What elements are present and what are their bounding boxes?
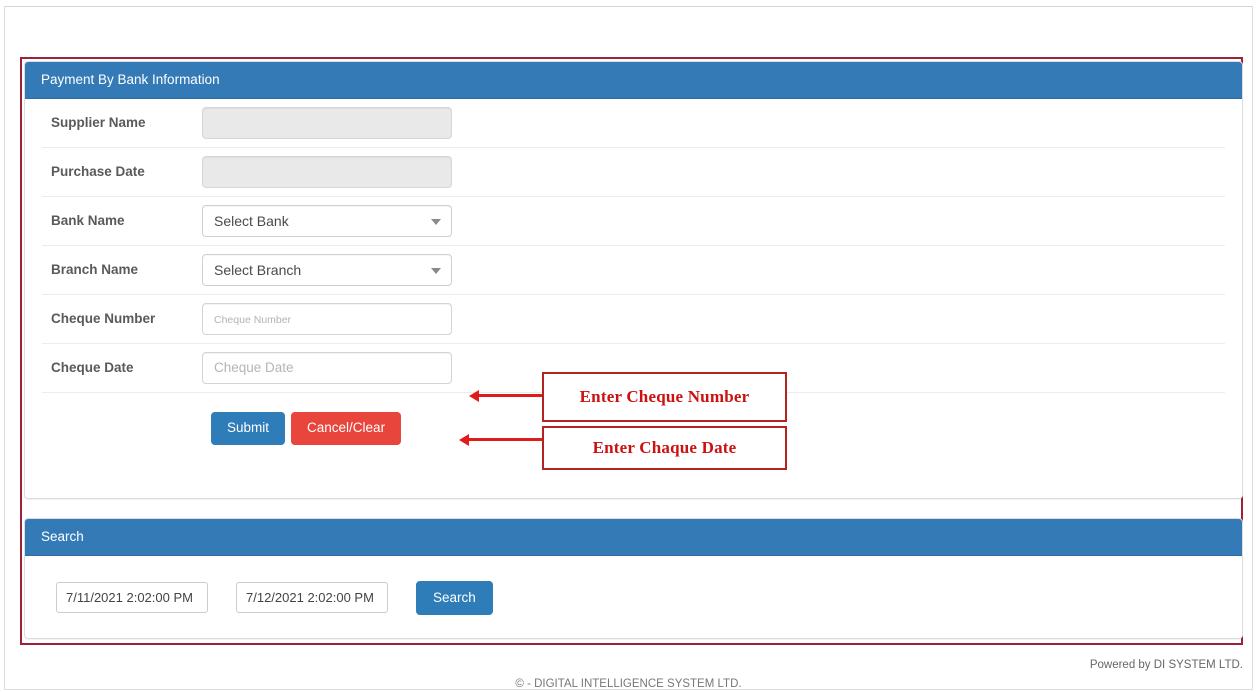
branch-name-select-value: Select Branch: [214, 261, 302, 278]
arrow-to-cheque-date: [459, 433, 544, 446]
control-branch-name: Select Branch: [202, 253, 452, 286]
search-panel: Search Search: [24, 518, 1243, 639]
control-bank-name: Select Bank: [202, 204, 452, 237]
row-supplier-name: Supplier Name: [42, 99, 1225, 148]
cheque-number-input[interactable]: [202, 302, 452, 335]
callout-enter-cheque-number: Enter Cheque Number: [542, 372, 787, 422]
submit-button[interactable]: Submit: [211, 412, 286, 445]
page-container: Payment By Bank Information Supplier Nam…: [4, 6, 1253, 690]
chevron-down-icon: [431, 218, 441, 225]
app-screen: Payment By Bank Information Supplier Nam…: [0, 0, 1257, 692]
row-cheque-number: Cheque Number: [42, 295, 1225, 344]
control-supplier-name: [202, 106, 452, 139]
copyright-label: © - DIGITAL INTELLIGENCE SYSTEM LTD.: [515, 678, 742, 690]
search-from-date-input[interactable]: [56, 582, 208, 614]
cheque-date-input[interactable]: [202, 351, 452, 384]
row-bank-name: Bank Name Select Bank: [42, 197, 1225, 246]
control-cheque-number: [202, 302, 452, 335]
control-purchase-date: [202, 155, 452, 188]
label-purchase-date: Purchase Date: [51, 164, 145, 180]
control-cheque-date: [202, 351, 452, 384]
cancel-clear-button[interactable]: Cancel/Clear: [291, 412, 402, 445]
label-bank-name: Bank Name: [51, 213, 125, 229]
row-branch-name: Branch Name Select Branch: [42, 246, 1225, 295]
label-cheque-date: Cheque Date: [51, 360, 134, 376]
payment-panel-title: Payment By Bank Information: [25, 62, 1242, 99]
chevron-down-icon: [431, 267, 441, 274]
bank-name-select[interactable]: Select Bank: [202, 204, 452, 237]
branch-name-select[interactable]: Select Branch: [202, 253, 452, 286]
arrow-to-cheque-number: [469, 389, 544, 402]
search-panel-body: Search: [25, 556, 1242, 615]
label-cheque-number: Cheque Number: [51, 311, 156, 327]
row-purchase-date: Purchase Date: [42, 148, 1225, 197]
search-button[interactable]: Search: [416, 580, 493, 615]
search-to-date-input[interactable]: [236, 582, 388, 614]
bank-name-select-value: Select Bank: [214, 212, 289, 229]
label-supplier-name: Supplier Name: [51, 115, 146, 131]
annotation-outline-box: Payment By Bank Information Supplier Nam…: [20, 57, 1243, 645]
powered-by-label: Powered by DI SYSTEM LTD.: [1089, 659, 1243, 671]
label-branch-name: Branch Name: [51, 262, 139, 278]
purchase-date-input[interactable]: [202, 155, 452, 188]
search-panel-title: Search: [25, 519, 1242, 556]
callout-enter-cheque-date: Enter Chaque Date: [542, 426, 787, 470]
supplier-name-input[interactable]: [202, 106, 452, 139]
